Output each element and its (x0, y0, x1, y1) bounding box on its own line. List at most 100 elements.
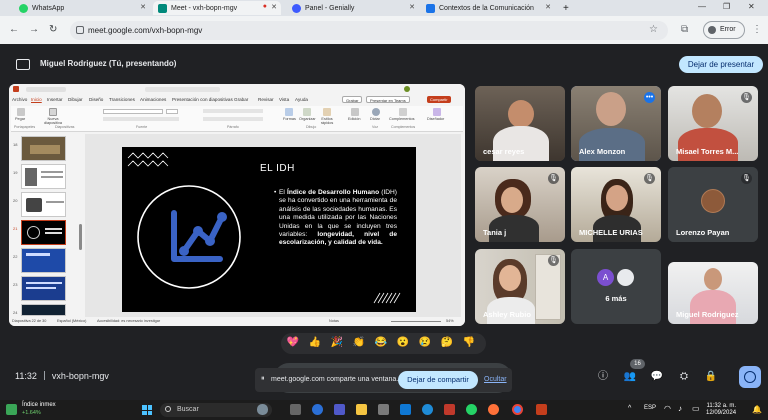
ribbon-formas[interactable]: Formas (283, 117, 296, 121)
ribbon-complementos[interactable]: Complementos (389, 117, 415, 121)
close-icon[interactable]: ✕ (271, 3, 277, 11)
slide-thumbnail[interactable] (21, 248, 66, 273)
close-icon[interactable]: ✕ (545, 3, 551, 11)
close-window-icon[interactable]: ✕ (748, 2, 755, 11)
present-teams-button[interactable]: Presentar en Teams (366, 96, 410, 103)
store-icon[interactable] (378, 404, 389, 415)
tab-archivo[interactable]: Archivo (12, 97, 27, 102)
reaction-heart[interactable]: 💖 (286, 336, 300, 350)
stop-presenting-button[interactable]: Dejar de presentar (679, 56, 763, 73)
hide-notification-link[interactable]: Ocultar (484, 376, 507, 383)
tab-insertar[interactable]: Insertar (47, 97, 63, 102)
font-format-buttons[interactable] (103, 117, 179, 121)
ppt-search-box[interactable] (145, 87, 220, 92)
reaction-clap[interactable]: 👏 (352, 336, 366, 350)
volume-icon[interactable]: ♪ (678, 404, 682, 413)
people-icon[interactable]: 👥 (623, 370, 637, 384)
new-slide-icon[interactable] (49, 108, 57, 116)
designer-icon[interactable] (433, 108, 441, 116)
bookmark-star-icon[interactable]: ☆ (649, 24, 658, 35)
tab-vista[interactable]: Vista (279, 97, 289, 102)
tab-inicio[interactable]: Inicio (31, 97, 42, 102)
new-tab-button[interactable]: + (558, 1, 572, 15)
zoom-level[interactable]: 54% (446, 319, 454, 323)
more-participants-tile[interactable]: A 6 más (571, 249, 661, 324)
tab-contextos[interactable]: Contextos de la Comunicación ✕ (421, 1, 555, 15)
task-view-icon[interactable] (290, 404, 301, 415)
extensions-icon[interactable]: ⧉ (681, 24, 688, 35)
notification-app-icon[interactable] (444, 404, 455, 415)
grabar-button[interactable]: Grabar (342, 96, 363, 103)
taskbar-thumbnail-icon[interactable] (257, 404, 268, 415)
profile-error-button[interactable]: Error (703, 21, 745, 39)
tab-animaciones[interactable]: Animaciones (140, 97, 166, 102)
reaction-surprised[interactable]: 😮 (396, 336, 410, 350)
ribbon-disenador[interactable]: Diseñador (427, 117, 444, 121)
participant-tile[interactable]: 🎙 MICHELLE URIAS (571, 167, 661, 242)
paragraph-align-buttons[interactable] (203, 117, 263, 121)
tab-whatsapp[interactable]: WhatsApp ✕ (14, 1, 150, 15)
addins-icon[interactable] (399, 108, 407, 116)
wifi-icon[interactable]: ◠ (664, 404, 671, 413)
url-input[interactable]: meet.google.com/vxh-bopn-mgv (70, 21, 668, 40)
tab-revisar[interactable]: Revisar (258, 97, 274, 102)
stocks-widget[interactable]: Índice inmex +1.64% (22, 402, 56, 416)
tab-grabar[interactable]: Grabar (234, 97, 248, 102)
menu-kebab-icon[interactable]: ⋮ (752, 24, 762, 35)
slide-thumbnail[interactable] (21, 276, 66, 301)
current-slide[interactable]: EL IDH • El Índice de Desarrollo Humano (… (122, 147, 416, 312)
participant-tile[interactable]: cesar reyes (475, 86, 565, 161)
participant-tile[interactable]: 🎙 Tania j (475, 167, 565, 242)
autosave-toggle[interactable] (26, 87, 66, 92)
ribbon-nueva-diapositiva[interactable]: Nueva diapositiva (39, 117, 67, 125)
participant-tile[interactable]: 🎙 Ashley Rubio (475, 249, 565, 324)
windows-start-icon[interactable] (142, 405, 152, 415)
slide-thumbnail[interactable] (21, 192, 66, 217)
accessibility-status[interactable]: Accesibilidad: es necesario investigar (97, 319, 160, 323)
teams-icon[interactable] (334, 404, 345, 415)
powerpoint-taskbar-icon[interactable] (536, 404, 547, 415)
notes-button[interactable]: Notas (329, 319, 339, 323)
minimize-icon[interactable]: — (698, 2, 706, 11)
quick-styles-icon[interactable] (323, 108, 331, 116)
taskbar-search[interactable]: Buscar (160, 403, 272, 417)
close-icon[interactable]: ✕ (140, 3, 146, 11)
slide-thumbnail[interactable] (21, 304, 66, 316)
whatsapp-taskbar-icon[interactable] (466, 404, 477, 415)
edit-search-icon[interactable] (351, 108, 359, 116)
slide-thumbnail[interactable] (21, 164, 66, 189)
stocks-widget-icon[interactable] (6, 404, 17, 415)
ribbon-pegar[interactable]: Pegar (15, 117, 25, 121)
close-icon[interactable]: ✕ (409, 3, 415, 11)
font-name-select[interactable] (103, 109, 163, 114)
shapes-icon[interactable] (285, 108, 293, 116)
font-size-select[interactable] (166, 109, 178, 114)
back-icon[interactable]: ← (9, 24, 19, 35)
zoom-slider[interactable] (391, 321, 441, 322)
slide-thumbnail[interactable] (21, 136, 66, 161)
reaction-thumbs-up[interactable]: 👍 (308, 336, 322, 350)
reload-icon[interactable]: ↻ (49, 24, 57, 35)
notifications-bell-icon[interactable]: 🔔 (752, 405, 762, 414)
chat-icon[interactable]: 💬 (650, 370, 664, 384)
outlook-icon[interactable] (400, 404, 411, 415)
self-view-tile[interactable]: Miguel Rodriguez (668, 262, 758, 324)
account-avatar[interactable] (404, 86, 410, 92)
language-indicator[interactable]: ESP (644, 405, 656, 411)
battery-icon[interactable]: ▭ (692, 404, 700, 413)
participant-tile[interactable]: 🎙 Lorenzo Payan (668, 167, 758, 242)
reaction-thinking[interactable]: 🤔 (440, 336, 454, 350)
edge-icon[interactable] (422, 404, 433, 415)
ribbon-edicion[interactable]: Edición (348, 117, 360, 121)
dictate-mic-icon[interactable] (372, 108, 380, 116)
copilot-icon[interactable] (312, 404, 323, 415)
site-info-icon[interactable] (76, 26, 84, 34)
arrange-icon[interactable] (303, 108, 311, 116)
drag-handle-icon[interactable]: ⏸ (261, 375, 265, 383)
tab-presentacion[interactable]: Presentación con diapositivas (172, 97, 233, 102)
meeting-details-icon[interactable]: ⓘ (596, 370, 610, 384)
timer-activity-button[interactable] (739, 366, 761, 388)
participant-tile-speaking[interactable]: ••• Alex Monzon (571, 86, 661, 161)
reaction-sad[interactable]: 😢 (418, 336, 432, 350)
paste-icon[interactable] (17, 108, 25, 116)
